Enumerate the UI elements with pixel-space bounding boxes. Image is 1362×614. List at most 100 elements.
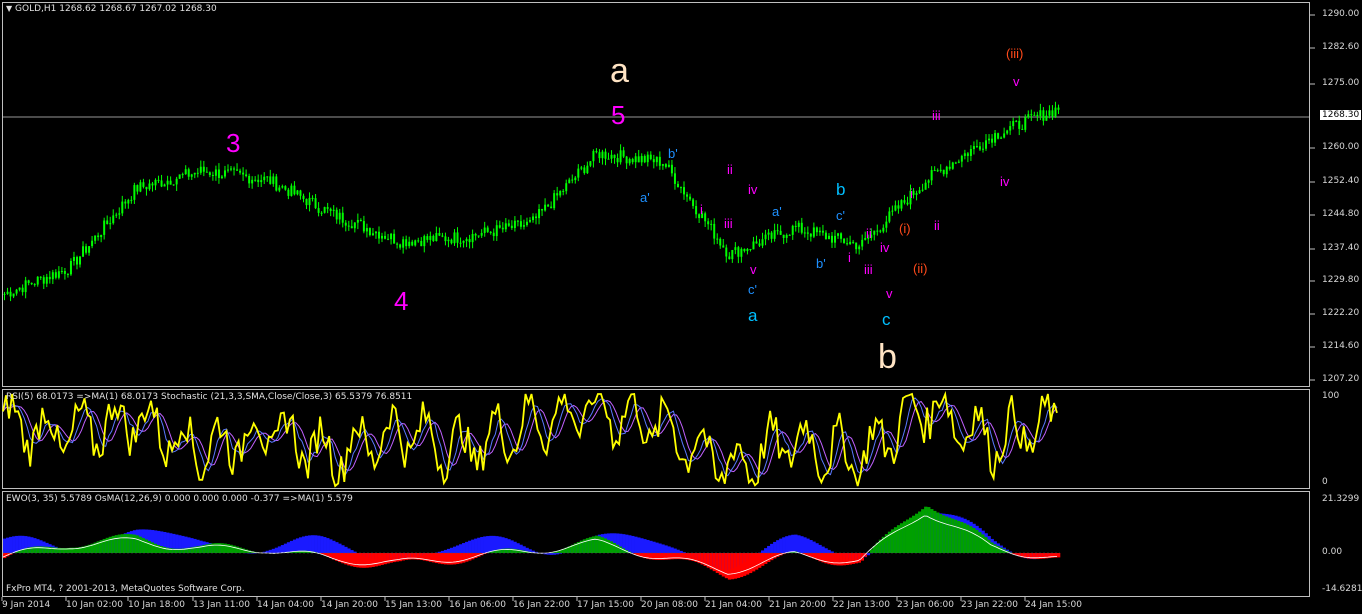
ewo-bar	[462, 553, 466, 563]
price-candle	[655, 156, 658, 163]
ewo-bar	[362, 553, 366, 568]
price-candle	[951, 162, 954, 169]
osma-bar	[827, 549, 831, 553]
price-candle	[966, 153, 969, 156]
ewo-bar	[449, 553, 454, 565]
price-candle	[293, 185, 296, 195]
wave-label: a'	[772, 204, 782, 219]
price-candle	[894, 205, 897, 211]
price-candle	[145, 186, 148, 190]
price-candle	[362, 221, 365, 232]
osma-bar	[676, 549, 680, 553]
ewo-bar	[226, 544, 230, 553]
osma-bar	[311, 535, 315, 553]
price-candle	[465, 239, 468, 241]
ewo-bar	[386, 553, 390, 564]
wave-label: v	[886, 286, 893, 301]
price-candle	[969, 149, 972, 156]
price-candle	[184, 169, 187, 175]
price-candle	[634, 156, 637, 163]
time-tick-label: 23 Jan 22:00	[961, 600, 1018, 610]
osma-bar	[643, 539, 647, 553]
chart-window[interactable]: ▼ GOLD,H1 1268.62 1268.67 1267.02 1268.3…	[0, 0, 1362, 614]
price-candle	[12, 293, 15, 297]
price-candle	[51, 272, 54, 280]
ewo-bar	[613, 542, 617, 553]
price-candle	[278, 187, 281, 191]
price-candle	[121, 201, 124, 214]
ewo-bar	[597, 536, 602, 553]
price-candle	[945, 166, 948, 175]
osma-bar	[283, 543, 288, 553]
price-candle	[239, 170, 242, 173]
price-candle	[272, 176, 275, 184]
wave-label: iii	[724, 216, 733, 231]
ewo-bar	[745, 553, 750, 575]
price-candle	[199, 166, 202, 173]
price-candle	[151, 183, 154, 186]
price-tick-label: 1290.00	[1322, 9, 1360, 19]
ewo-bar	[610, 541, 614, 553]
price-candle	[72, 256, 75, 261]
price-candle	[891, 210, 894, 212]
osma-bar	[305, 535, 309, 553]
osma-bar	[471, 539, 475, 553]
price-candle	[728, 256, 731, 260]
price-candle	[809, 233, 812, 237]
ewo-bar	[365, 553, 369, 568]
osma-bar	[12, 536, 16, 553]
price-candle	[643, 156, 646, 163]
osma-bar	[468, 540, 472, 553]
price-candle	[57, 271, 60, 278]
ewo-bar	[930, 509, 934, 553]
price-candle	[341, 212, 344, 223]
chart-menu-arrow-icon[interactable]: ▼	[6, 4, 12, 13]
osma-bar	[652, 541, 656, 553]
price-candle	[830, 235, 833, 243]
osma-bar	[794, 534, 798, 553]
wave-label: ii	[934, 218, 940, 233]
wave-label: (ii)	[913, 261, 928, 276]
price-candle	[785, 235, 788, 238]
price-candle	[462, 240, 465, 243]
ewo-bar	[129, 534, 134, 553]
price-candle	[356, 219, 359, 223]
ewo-bar	[742, 553, 747, 576]
price-candle	[924, 182, 927, 190]
osma-bar	[809, 540, 813, 553]
price-candle	[625, 156, 628, 164]
price-candle	[670, 164, 673, 174]
price-candle	[501, 227, 504, 230]
price-candle	[480, 232, 483, 236]
price-candle	[522, 225, 525, 227]
price-candle	[737, 247, 740, 257]
price-candle	[707, 221, 710, 225]
price-candle	[54, 272, 57, 278]
price-candle	[214, 169, 217, 176]
price-candle	[619, 150, 622, 163]
price-candle	[815, 227, 818, 233]
price-candle	[408, 241, 411, 247]
ewo-bar	[981, 534, 985, 553]
ewo-bar	[471, 553, 475, 560]
price-candle	[223, 170, 226, 177]
symbol-header: ▼ GOLD,H1 1268.62 1268.67 1267.02 1268.3…	[6, 4, 217, 14]
price-candle	[79, 256, 82, 265]
price-candle	[897, 205, 900, 209]
wave-label: 4	[394, 286, 409, 316]
price-candle	[27, 280, 30, 283]
ewo-bar	[446, 553, 451, 565]
price-candle	[734, 247, 737, 250]
price-candle	[755, 241, 758, 244]
price-candle	[275, 176, 278, 191]
price-candle	[800, 222, 803, 233]
osma-bar	[489, 535, 493, 553]
price-candle	[365, 228, 368, 232]
osma-bar	[815, 543, 819, 553]
ewo-bar	[984, 536, 988, 553]
price-candle	[103, 220, 106, 235]
time-tick-label: 10 Jan 18:00	[128, 600, 185, 610]
price-candle	[175, 178, 178, 185]
price-candle	[257, 179, 260, 183]
price-candle	[1033, 114, 1036, 116]
